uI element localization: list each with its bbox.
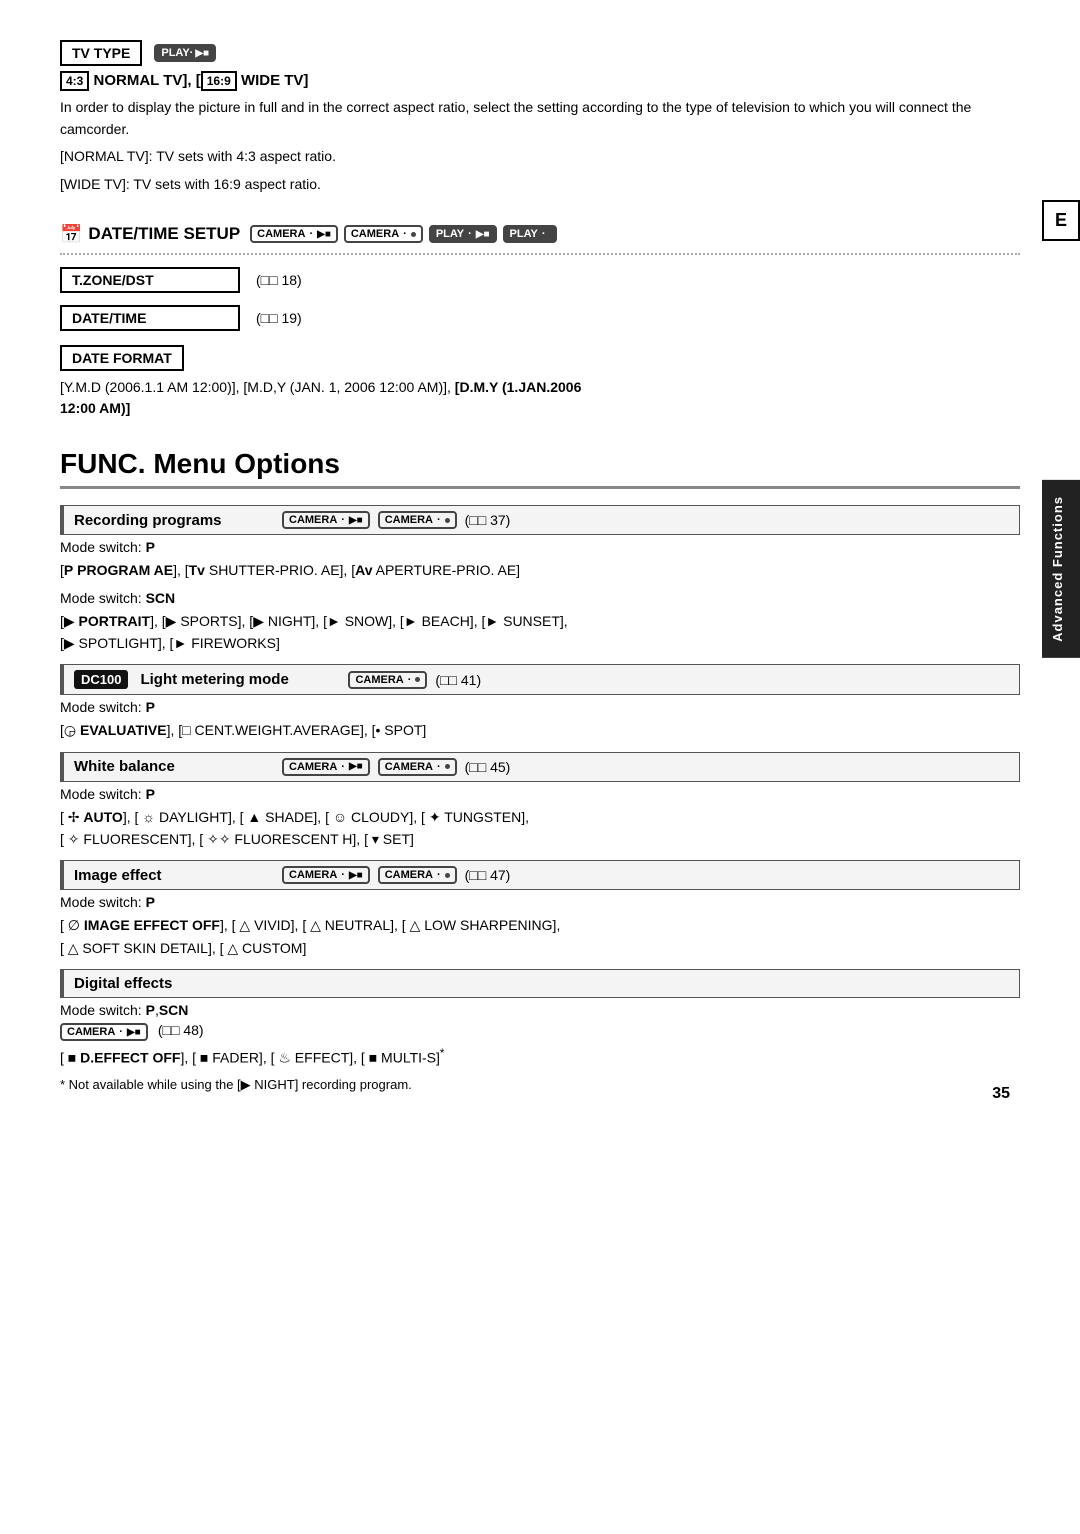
image-effect-row: Image effect CAMERA·▶■ CAMERA· (□□ 47)	[60, 860, 1020, 890]
dc100-badge: DC100	[74, 670, 128, 689]
wb-desc: [ ✢ AUTO], [ ☼ DAYLIGHT], [ ▲ SHADE], [ …	[60, 806, 1020, 851]
datetime-heading-text: DATE/TIME SETUP	[88, 224, 240, 244]
light-desc: [◶ EVALUATIVE], [□ CENT.WEIGHT.AVERAGE],…	[60, 719, 1020, 741]
tzone-ref: (□□ 18)	[256, 272, 302, 288]
tv-type-header-row: TV TYPE PLAY·▶■	[60, 40, 1020, 66]
light-cam-badge-photo: CAMERA·	[348, 671, 427, 689]
advanced-functions-tab: Advanced Functions	[1042, 480, 1080, 658]
ie-mode-p: Mode switch: P	[60, 894, 1020, 910]
tv-type-subtitle: 4:3 NORMAL TV], [16:9 WIDE TV]	[60, 72, 1020, 89]
tv-type-desc2: [NORMAL TV]: TV sets with 4:3 aspect rat…	[60, 146, 1020, 168]
de-mode-p: Mode switch: P,SCN	[60, 1002, 1020, 1018]
tv-type-desc3: [WIDE TV]: TV sets with 16:9 aspect rati…	[60, 174, 1020, 196]
page-number: 35	[992, 1085, 1010, 1103]
light-mode-p: Mode switch: P	[60, 699, 1020, 715]
recording-ref: (□□ 37)	[465, 512, 511, 528]
e-tab: E	[1042, 200, 1080, 241]
de-ref: (□□ 48)	[158, 1022, 204, 1038]
cam-badge-video: CAMERA·▶■	[250, 225, 338, 243]
wb-cam-badge-video: CAMERA·▶■	[282, 758, 370, 776]
light-metering-section: DC100 Light metering mode CAMERA· (□□ 41…	[60, 664, 1020, 741]
ie-cam-badge-video: CAMERA·▶■	[282, 866, 370, 884]
wide-tv-text: WIDE TV]	[241, 72, 309, 89]
recording-desc-p: [P PROGRAM AE], [Tv SHUTTER-PRIO. AE], […	[60, 559, 1020, 581]
recording-desc-scn: [▶ PORTRAIT], [▶ SPORTS], [▶ NIGHT], [► …	[60, 610, 1020, 655]
white-balance-section: White balance CAMERA·▶■ CAMERA· (□□ 45) …	[60, 752, 1020, 851]
white-balance-row: White balance CAMERA·▶■ CAMERA· (□□ 45)	[60, 752, 1020, 782]
cam-badge-photo: CAMERA·	[344, 225, 423, 243]
wb-ref: (□□ 45)	[465, 759, 511, 775]
image-effect-label: Image effect	[74, 867, 274, 884]
recording-cam-badge-photo: CAMERA·	[378, 511, 457, 529]
ie-desc: [ ∅ IMAGE EFFECT OFF], [ △ VIVID], [ △ N…	[60, 914, 1020, 959]
tzone-label: T.ZONE/DST	[60, 267, 240, 293]
tv-type-label: TV TYPE	[60, 40, 142, 66]
datetime-label: DATE/TIME	[60, 305, 240, 331]
de-desc: [ ■ D.EFFECT OFF], [ ■ FADER], [ ♨ EFFEC…	[60, 1045, 1020, 1069]
recording-programs-row: Recording programs CAMERA·▶■ CAMERA· (□□…	[60, 505, 1020, 535]
recording-cam-badge-video: CAMERA·▶■	[282, 511, 370, 529]
play-badge-dt2: PLAY·	[503, 225, 557, 243]
white-balance-label: White balance	[74, 758, 274, 775]
digital-effects-label: Digital effects	[74, 975, 274, 992]
datetime-row: DATE/TIME (□□ 19)	[60, 305, 1020, 331]
tv-type-section: TV TYPE PLAY·▶■ 4:3 NORMAL TV], [16:9 WI…	[60, 40, 1020, 196]
date-format-label: DATE FORMAT	[60, 345, 184, 371]
datetime-badges: CAMERA·▶■ CAMERA· PLAY·▶■ PLAY·	[250, 225, 556, 243]
date-format-desc: [Y.M.D (2006.1.1 AM 12:00)], [M.D,Y (JAN…	[60, 377, 1020, 420]
play-badge-tvtype: PLAY·▶■	[154, 44, 216, 62]
datetime-ref: (□□ 19)	[256, 310, 302, 326]
recording-mode-scn: Mode switch: SCN	[60, 590, 1020, 606]
wb-mode-p: Mode switch: P	[60, 786, 1020, 802]
wb-cam-badge-photo: CAMERA·	[378, 758, 457, 776]
de-cam-badge-row: CAMERA·▶■ (□□ 48)	[60, 1022, 1020, 1041]
de-cam-badge-video: CAMERA·▶■	[60, 1023, 148, 1041]
light-metering-label: Light metering mode	[140, 671, 340, 688]
func-menu-heading: FUNC. Menu Options	[60, 448, 1020, 489]
ie-ref: (□□ 47)	[465, 867, 511, 883]
play-badge-dt1: PLAY·▶■	[429, 225, 497, 243]
169-badge: 16:9	[201, 71, 237, 91]
datetime-setup-section: 📅 DATE/TIME SETUP CAMERA·▶■ CAMERA· PLAY…	[60, 224, 1020, 255]
date-format-section: DATE FORMAT [Y.M.D (2006.1.1 AM 12:00)],…	[60, 345, 1020, 420]
calendar-icon: 📅	[60, 224, 82, 245]
de-note: * Not available while using the [▶ NIGHT…	[60, 1077, 1020, 1093]
image-effect-section: Image effect CAMERA·▶■ CAMERA· (□□ 47) M…	[60, 860, 1020, 959]
light-ref: (□□ 41)	[435, 672, 481, 688]
page-container: E TV TYPE PLAY·▶■ 4:3 NORMAL TV], [16:9 …	[0, 0, 1080, 1133]
light-metering-row: DC100 Light metering mode CAMERA· (□□ 41…	[60, 664, 1020, 695]
digital-effects-section: Digital effects Mode switch: P,SCN CAMER…	[60, 969, 1020, 1093]
recording-programs-label: Recording programs	[74, 512, 274, 529]
tv-type-desc1: In order to display the picture in full …	[60, 97, 1020, 140]
recording-programs-section: Recording programs CAMERA·▶■ CAMERA· (□□…	[60, 505, 1020, 654]
digital-effects-row: Digital effects	[60, 969, 1020, 998]
ie-cam-badge-photo: CAMERA·	[378, 866, 457, 884]
datetime-heading: 📅 DATE/TIME SETUP	[60, 224, 240, 245]
43-badge: 4:3	[60, 71, 89, 91]
tzone-row: T.ZONE/DST (□□ 18)	[60, 267, 1020, 293]
recording-mode-p: Mode switch: P	[60, 539, 1020, 555]
